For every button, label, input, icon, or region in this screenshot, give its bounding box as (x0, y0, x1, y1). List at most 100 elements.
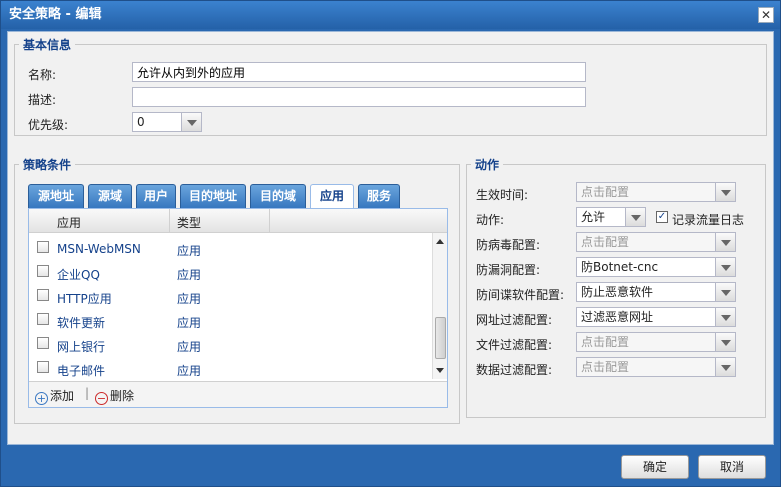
tab-source-zone[interactable]: 源域 (88, 184, 132, 208)
table-row[interactable]: MSN-WebMSN 应用 (29, 237, 433, 261)
delete-label: 删除 (110, 389, 135, 403)
add-button[interactable]: + 添加 (35, 387, 74, 405)
title-bar: 安全策略 - 编辑 ✕ (1, 1, 780, 29)
plus-icon: + (35, 392, 48, 405)
chevron-down-icon[interactable] (625, 208, 645, 226)
row-checkbox[interactable] (37, 337, 49, 349)
effective-time-value: 点击配置 (581, 185, 630, 199)
basic-info-legend: 基本信息 (23, 38, 72, 52)
grid-toolbar: + 添加 | − 删除 (29, 381, 447, 407)
chevron-down-icon[interactable] (715, 333, 735, 351)
tab-service[interactable]: 服务 (358, 184, 400, 208)
tab-user[interactable]: 用户 (136, 184, 176, 208)
priority-label: 优先级: (28, 118, 69, 132)
antivirus-label: 防病毒配置: (476, 238, 541, 252)
row-checkbox[interactable] (37, 313, 49, 325)
app-name: 软件更新 (57, 316, 106, 330)
tab-application[interactable]: 应用 (310, 184, 354, 208)
grid-scrollbar[interactable] (432, 233, 447, 379)
column-header-type[interactable]: 类型 (177, 214, 201, 231)
chevron-down-icon[interactable] (715, 258, 735, 276)
column-divider (269, 209, 270, 233)
vulnerability-value: 防Botnet-cnc (581, 260, 659, 274)
app-type: 应用 (177, 292, 202, 306)
minus-icon: − (95, 392, 108, 405)
tab-destination-address[interactable]: 目的地址 (180, 184, 246, 208)
grid-header: 应用 类型 (29, 209, 447, 233)
dialog-window: 安全策略 - 编辑 ✕ 基本信息 名称: 描述: 优先级: 0 策略条件 源地址… (0, 0, 781, 487)
data-filter-select[interactable]: 点击配置 (576, 357, 736, 377)
table-row[interactable]: 企业QQ 应用 (29, 261, 433, 285)
row-checkbox[interactable] (37, 241, 49, 253)
name-input[interactable] (132, 62, 586, 82)
description-input[interactable] (132, 87, 586, 107)
action-legend: 动作 (475, 158, 500, 172)
app-type: 应用 (177, 316, 202, 330)
app-name: 网上银行 (57, 340, 106, 354)
app-name: MSN-WebMSN (57, 242, 141, 256)
chevron-down-icon[interactable] (181, 113, 201, 131)
app-name: 电子邮件 (57, 364, 106, 378)
ok-button[interactable]: 确定 (621, 455, 689, 479)
data-filter-value: 点击配置 (581, 360, 630, 374)
tab-source-address[interactable]: 源地址 (28, 184, 84, 208)
conditions-legend: 策略条件 (23, 158, 72, 172)
anti-spyware-select[interactable]: 防止恶意软件 (576, 282, 736, 302)
application-grid: 应用 类型 MSN-WebMSN 应用 企业QQ 应用 HTTP应用 应用 软件… (28, 208, 448, 408)
delete-button[interactable]: − 删除 (95, 387, 134, 405)
priority-select[interactable]: 0 (132, 112, 202, 132)
table-row[interactable]: 电子邮件 应用 (29, 357, 433, 381)
add-label: 添加 (50, 389, 75, 403)
action-select[interactable]: 允许 (576, 207, 646, 227)
log-traffic-checkbox[interactable]: ✓ (656, 211, 668, 223)
row-checkbox[interactable] (37, 265, 49, 277)
chevron-down-icon[interactable] (715, 183, 735, 201)
action-value: 允许 (581, 210, 606, 224)
priority-value: 0 (137, 115, 145, 129)
url-filter-value: 过滤恶意网址 (581, 310, 654, 324)
chevron-down-icon[interactable] (715, 283, 735, 301)
chevron-down-icon[interactable] (715, 308, 735, 326)
url-filter-label: 网址过滤配置: (476, 313, 553, 327)
url-filter-select[interactable]: 过滤恶意网址 (576, 307, 736, 327)
data-filter-label: 数据过滤配置: (476, 363, 553, 377)
column-header-application[interactable]: 应用 (57, 214, 81, 231)
vulnerability-label: 防漏洞配置: (476, 263, 541, 277)
app-type: 应用 (177, 268, 202, 282)
app-name: HTTP应用 (57, 292, 112, 306)
app-type: 应用 (177, 364, 202, 378)
file-filter-label: 文件过滤配置: (476, 338, 553, 352)
table-row[interactable]: 软件更新 应用 (29, 309, 433, 333)
app-type: 应用 (177, 244, 202, 258)
name-label: 名称: (28, 68, 57, 82)
app-name: 企业QQ (57, 268, 100, 282)
file-filter-value: 点击配置 (581, 335, 630, 349)
effective-time-label: 生效时间: (476, 188, 529, 202)
file-filter-select[interactable]: 点击配置 (576, 332, 736, 352)
column-divider (169, 209, 170, 233)
row-checkbox[interactable] (37, 361, 49, 373)
scroll-down-icon[interactable] (436, 368, 444, 373)
dialog-title: 安全策略 - 编辑 (9, 7, 102, 22)
basic-info-fieldset: 基本信息 (14, 36, 767, 136)
chevron-down-icon[interactable] (715, 358, 735, 376)
chevron-down-icon[interactable] (715, 233, 735, 251)
row-checkbox[interactable] (37, 289, 49, 301)
anti-spyware-value: 防止恶意软件 (581, 285, 654, 299)
table-row[interactable]: 网上银行 应用 (29, 333, 433, 357)
app-type: 应用 (177, 340, 202, 354)
scroll-thumb[interactable] (435, 317, 446, 359)
close-icon[interactable]: ✕ (758, 7, 774, 23)
antivirus-value: 点击配置 (581, 235, 630, 249)
antivirus-select[interactable]: 点击配置 (576, 232, 736, 252)
anti-spyware-label: 防间谍软件配置: (476, 288, 565, 302)
vulnerability-select[interactable]: 防Botnet-cnc (576, 257, 736, 277)
table-row[interactable]: HTTP应用 应用 (29, 285, 433, 309)
scroll-up-icon[interactable] (436, 239, 444, 244)
effective-time-select[interactable]: 点击配置 (576, 182, 736, 202)
description-label: 描述: (28, 93, 57, 107)
action-label: 动作: (476, 213, 505, 227)
tab-destination-zone[interactable]: 目的域 (250, 184, 306, 208)
toolbar-separator: | (85, 386, 90, 400)
cancel-button[interactable]: 取消 (698, 455, 766, 479)
